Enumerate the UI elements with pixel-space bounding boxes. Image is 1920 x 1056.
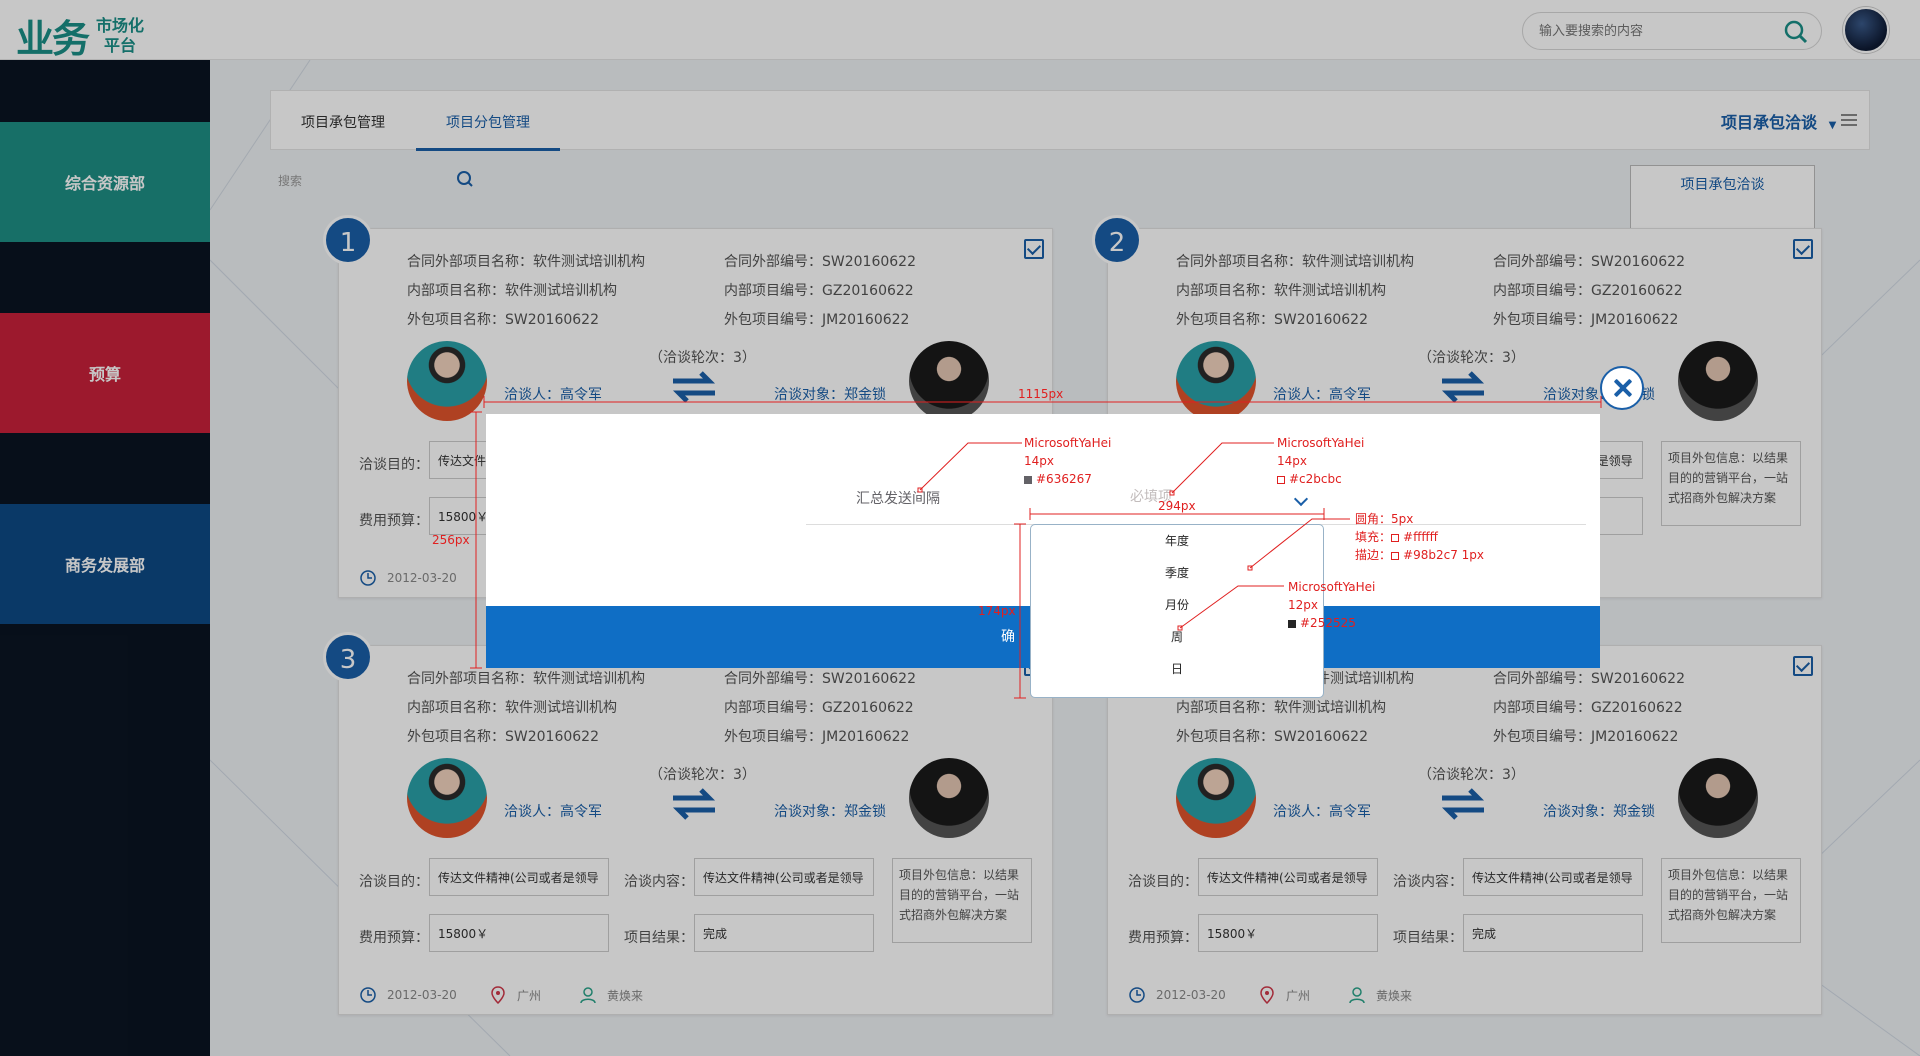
interval-label: 汇总发送间隔 [856, 491, 940, 507]
color-swatch [1391, 533, 1400, 542]
option-month[interactable]: 月份 [1031, 589, 1323, 621]
style-annotation-list: 圆角：5px 填充： #ffffff 描边： #98b2c7 1px [1355, 510, 1484, 564]
color-swatch [1391, 551, 1400, 560]
option-week[interactable]: 周 [1031, 621, 1323, 653]
font-size: 14px [1277, 454, 1307, 468]
dimension-label: 174px [978, 604, 1016, 618]
font-name: MicrosoftYaHei [1288, 580, 1376, 594]
close-icon[interactable] [1600, 366, 1644, 410]
color-swatch [1277, 475, 1285, 484]
option-year[interactable]: 年度 [1031, 525, 1323, 557]
interval-dropdown-list: 年度 季度 月份 周 日 [1030, 524, 1324, 698]
font-size: 14px [1024, 454, 1054, 468]
stroke-note: 描边： #98b2c7 1px [1355, 548, 1484, 562]
fill-note: 填充： #ffffff [1355, 530, 1438, 544]
font-color: #c2bcbc [1277, 470, 1364, 488]
font-color: #252525 [1288, 614, 1375, 632]
dimension-label: 294px [1158, 499, 1196, 513]
radius-note: 圆角：5px [1355, 512, 1414, 526]
font-annotation-list: MicrosoftYaHei 12px #252525 [1288, 578, 1375, 632]
font-size: 12px [1288, 598, 1318, 612]
font-color: #636267 [1024, 470, 1111, 488]
option-day[interactable]: 日 [1031, 653, 1323, 685]
color-swatch [1288, 619, 1296, 628]
color-swatch [1024, 475, 1032, 484]
dimension-label: 256px [432, 533, 470, 547]
font-name: MicrosoftYaHei [1277, 436, 1365, 450]
chevron-down-icon[interactable] [1293, 491, 1309, 507]
font-annotation-placeholder: MicrosoftYaHei 14px #c2bcbc [1277, 434, 1364, 488]
dimension-label: 1115px [1018, 387, 1064, 401]
font-annotation-label: MicrosoftYaHei 14px #636267 [1024, 434, 1111, 488]
confirm-button[interactable]: 确 [1001, 626, 1015, 646]
option-quarter[interactable]: 季度 [1031, 557, 1323, 589]
font-name: MicrosoftYaHei [1024, 436, 1112, 450]
